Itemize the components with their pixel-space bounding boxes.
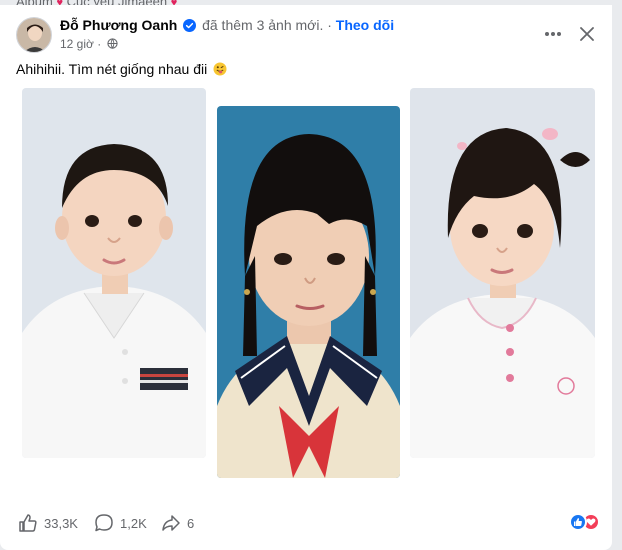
- globe-icon[interactable]: [106, 38, 118, 49]
- like-reaction-icon: [569, 513, 587, 531]
- share-count[interactable]: 6: [161, 513, 194, 533]
- comment-count[interactable]: 1,2K: [94, 513, 147, 533]
- follow-button[interactable]: Theo dõi: [336, 17, 394, 33]
- reaction-summary[interactable]: [569, 513, 600, 531]
- thumbs-up-icon: [19, 514, 37, 532]
- post-text: Ahihihii. Tìm nét giống nhau đii: [16, 61, 227, 77]
- more-options-icon: [545, 32, 561, 36]
- close-icon: [580, 27, 594, 41]
- post-footer: 33,3K 1,2K 6: [0, 505, 612, 541]
- more-options-button[interactable]: [538, 19, 568, 49]
- verified-badge-icon: [183, 19, 197, 32]
- post-photo-3[interactable]: [410, 88, 595, 458]
- meta-separator: ·: [97, 37, 102, 51]
- share-arrow-icon: [162, 515, 180, 531]
- post-photo-2[interactable]: [217, 106, 400, 478]
- post-header: Đỗ Phương Oanh đã thêm 3 ảnh mới. · Theo…: [16, 15, 606, 59]
- comment-count-value: 1,2K: [120, 515, 147, 531]
- post-card: Đỗ Phương Oanh đã thêm 3 ảnh mới. · Theo…: [0, 5, 612, 550]
- post-caption: Ahihihii. Tìm nét giống nhau đii: [16, 61, 208, 77]
- like-count-value: 33,3K: [44, 515, 78, 531]
- tongue-out-emoji-icon: [213, 62, 227, 76]
- share-count-value: 6: [187, 515, 195, 531]
- like-count[interactable]: 33,3K: [18, 513, 78, 533]
- post-photo-1[interactable]: [22, 88, 206, 458]
- comment-bubble-icon: [95, 514, 113, 532]
- author-line: Đỗ Phương Oanh đã thêm 3 ảnh mới. · Theo…: [60, 17, 394, 33]
- avatar[interactable]: [16, 17, 52, 53]
- author-name[interactable]: Đỗ Phương Oanh: [60, 17, 177, 33]
- separator-dot: ·: [327, 17, 332, 33]
- post-timestamp[interactable]: 12 giờ: [60, 37, 94, 51]
- post-meta: 12 giờ ·: [60, 37, 118, 51]
- post-action-text: đã thêm 3 ảnh mới.: [202, 17, 324, 33]
- close-button[interactable]: [572, 19, 602, 49]
